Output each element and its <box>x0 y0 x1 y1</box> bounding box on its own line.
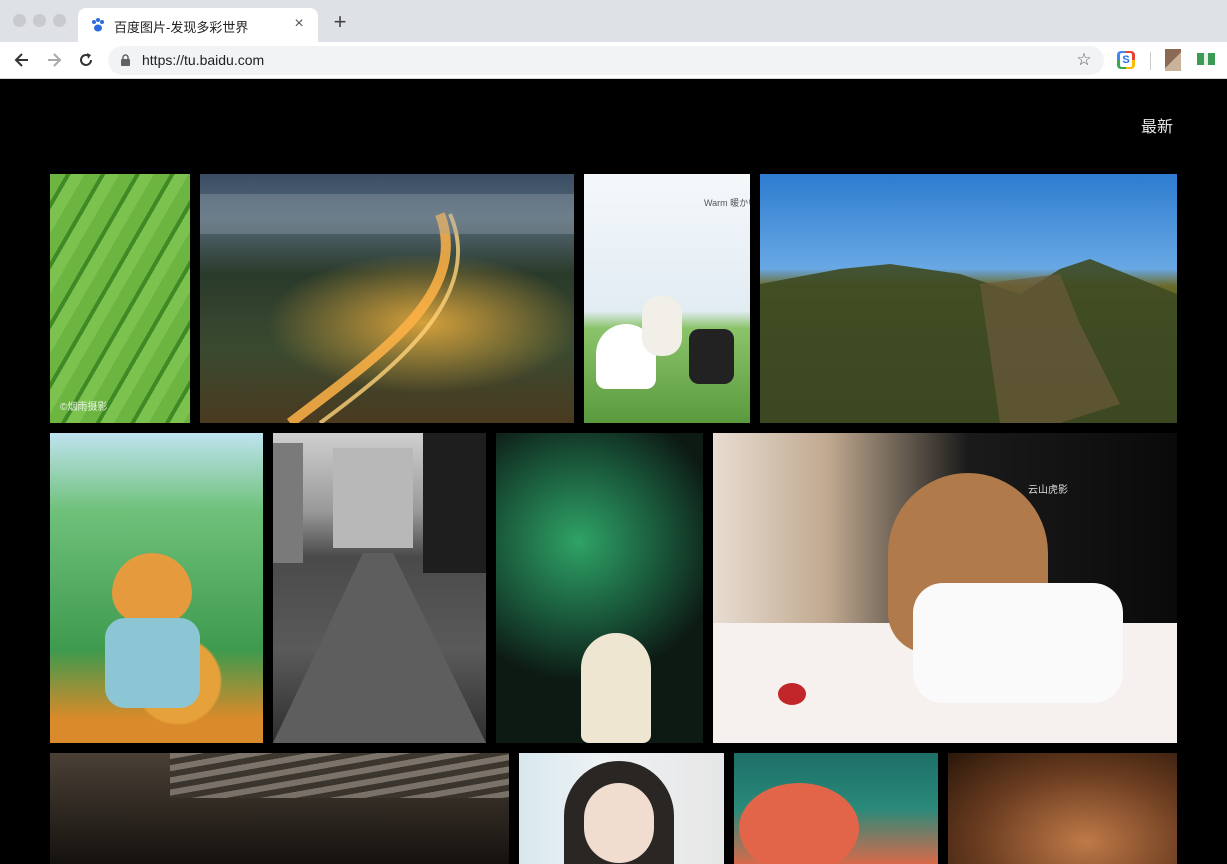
photo-wedding-field[interactable]: Warm 暖かい <box>584 174 750 423</box>
alpaca-figure <box>642 296 682 356</box>
girl-face <box>584 783 654 863</box>
baidu-paw-icon <box>92 18 104 32</box>
tab-strip: 百度图片-发现多彩世界 × + <box>0 0 1227 42</box>
bookmark-star-icon[interactable]: ☆ <box>1074 50 1094 70</box>
groom-figure <box>689 329 734 384</box>
cat-head <box>112 553 192 623</box>
boats <box>170 753 509 798</box>
profile-avatar[interactable] <box>1165 49 1181 71</box>
window-minimize-dot[interactable] <box>33 14 46 27</box>
street-scene <box>273 433 486 743</box>
cat-body <box>105 618 200 708</box>
highway-lights <box>200 194 574 423</box>
browser-toolbar: https://tu.baidu.com ☆ S <box>0 42 1227 79</box>
url-text[interactable]: https://tu.baidu.com <box>142 52 264 68</box>
close-tab-icon[interactable]: × <box>290 15 308 33</box>
woman-figure <box>581 633 651 743</box>
mountain-ridge <box>760 259 1177 423</box>
photo-woman-green-smoke[interactable] <box>496 433 703 743</box>
photo-bw-city-street[interactable] <box>273 433 486 743</box>
photo-caption: 云山虎影 <box>1028 485 1068 496</box>
photo-green-leaf[interactable]: ©烟雨摄影 <box>50 174 190 423</box>
reload-icon[interactable] <box>76 50 96 70</box>
photo-woman-rose[interactable]: 云山虎影 <box>713 433 1177 743</box>
forward-arrow-icon[interactable] <box>44 50 64 70</box>
toolbar-divider <box>1150 52 1151 70</box>
photo-crowd-boats[interactable] <box>50 753 509 864</box>
photo-woman-warm[interactable] <box>948 753 1177 864</box>
rose <box>778 683 806 705</box>
face-warm <box>739 783 859 864</box>
photo-girl-portrait[interactable] <box>519 753 724 864</box>
window-close-dot[interactable] <box>13 14 26 27</box>
window-maximize-dot[interactable] <box>53 14 66 27</box>
tab-title: 百度图片-发现多彩世界 <box>114 20 249 35</box>
back-arrow-icon[interactable] <box>12 50 32 70</box>
photo-woman-teal[interactable] <box>734 753 938 864</box>
gallery-page: 最新 ©烟雨摄影 Warm 暖かい <box>0 80 1227 864</box>
extension-s-icon[interactable]: S <box>1117 51 1135 69</box>
lock-icon[interactable] <box>120 54 131 67</box>
photo-caption: ©烟雨摄影 <box>60 402 108 413</box>
photo-caption: Warm 暖かい <box>704 198 750 208</box>
new-tab-button[interactable]: + <box>330 11 350 34</box>
latest-link[interactable]: 最新 <box>1141 113 1173 137</box>
address-bar[interactable]: https://tu.baidu.com ☆ <box>108 46 1104 75</box>
photo-cat-illustration[interactable] <box>50 433 263 743</box>
extension-green-icon[interactable] <box>1197 53 1215 65</box>
photo-great-wall[interactable] <box>760 174 1177 423</box>
woman-shirt <box>913 583 1123 703</box>
photo-city-night-highway[interactable] <box>200 174 574 423</box>
browser-tab[interactable]: 百度图片-发现多彩世界 × <box>78 8 318 42</box>
